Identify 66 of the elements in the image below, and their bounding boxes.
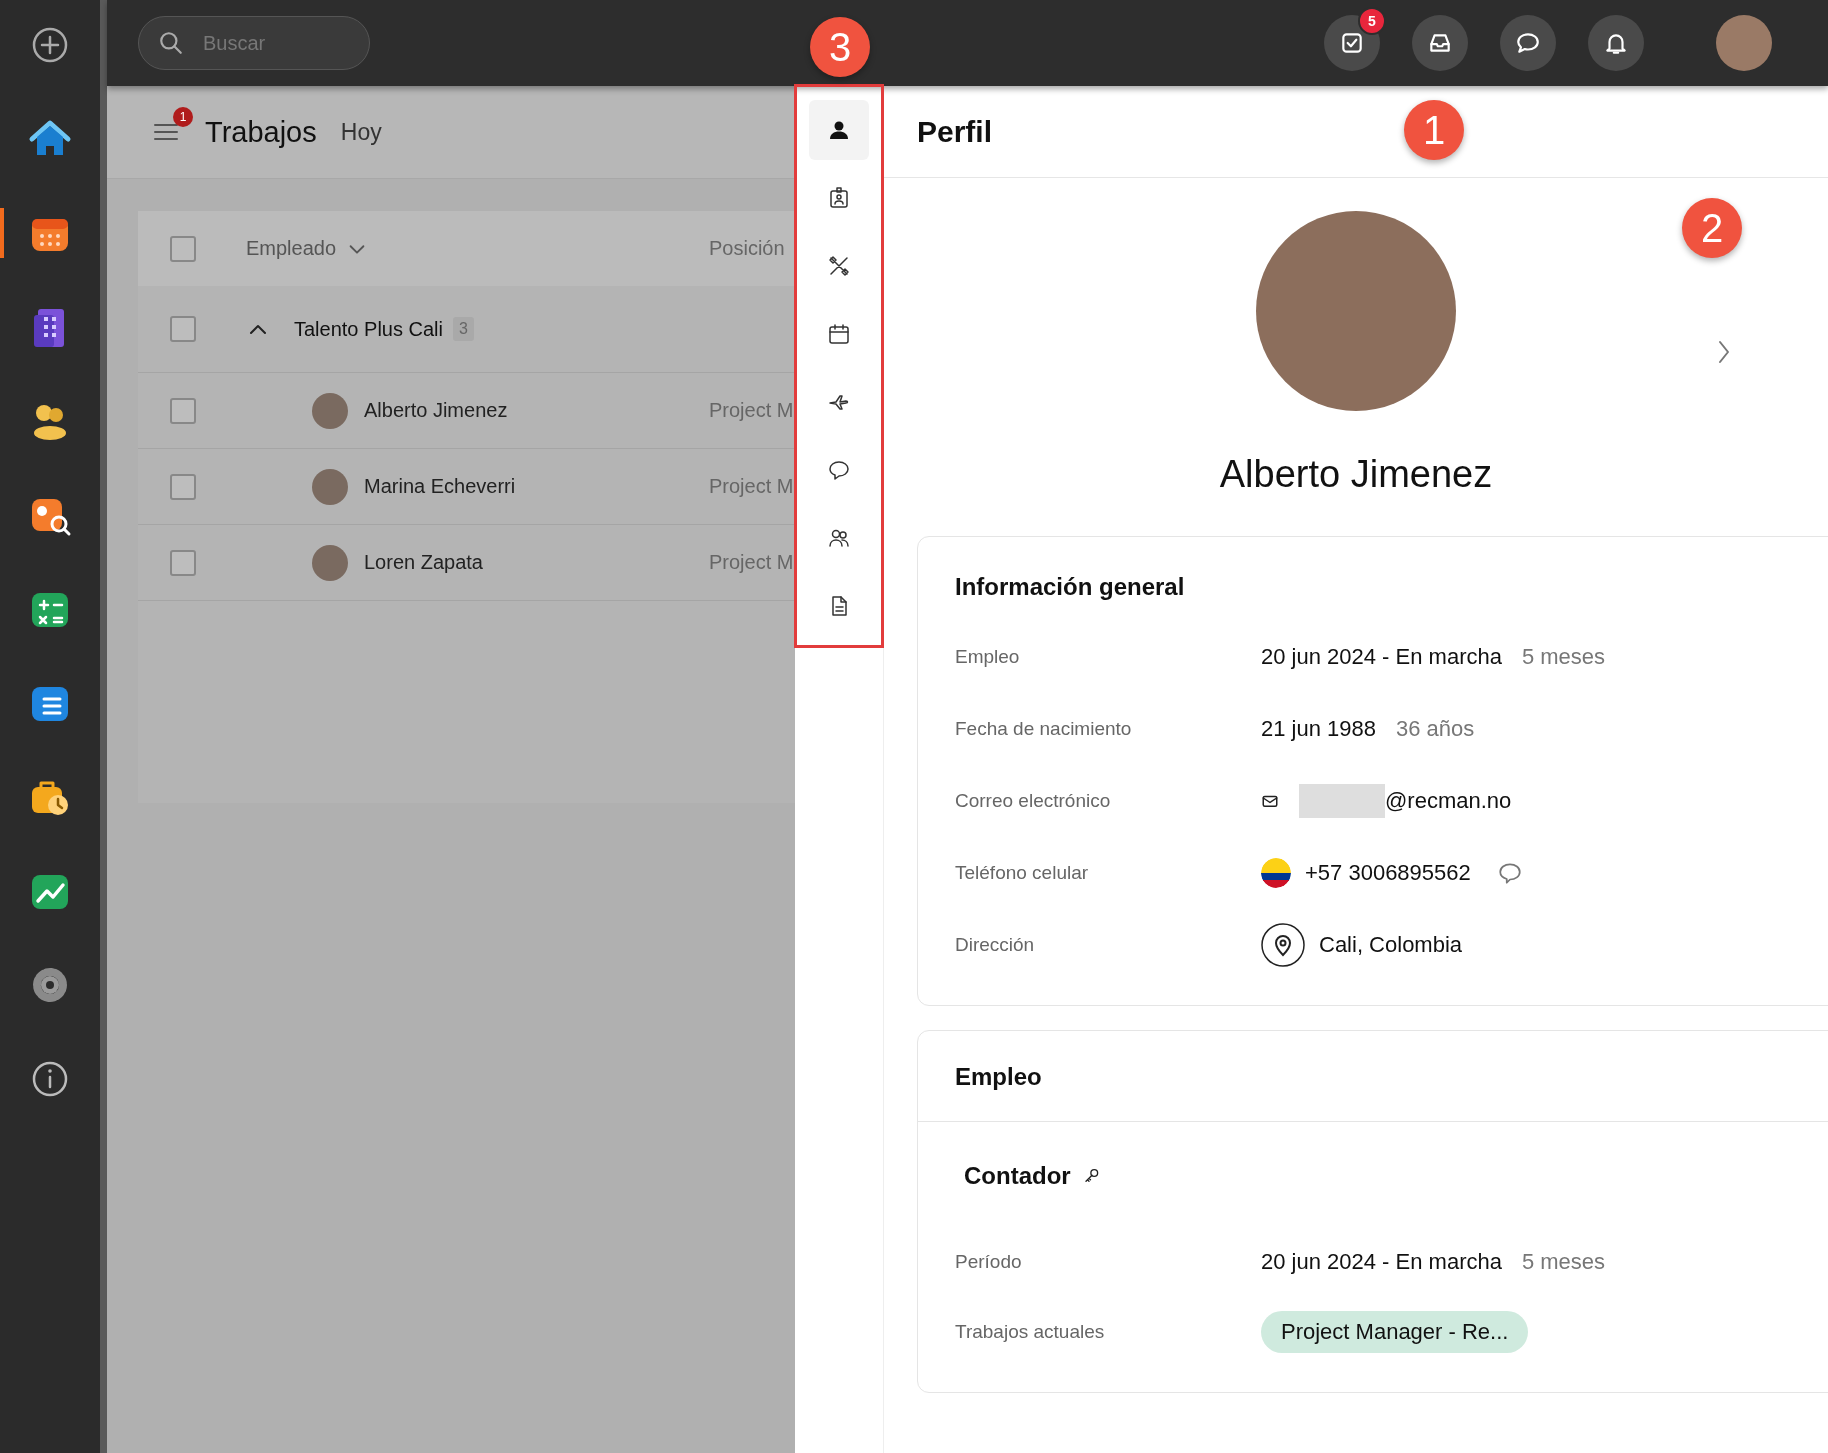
field-label: Teléfono celular — [955, 862, 1090, 884]
search-field[interactable]: Buscar — [138, 16, 370, 70]
count-badge: 5 — [1358, 7, 1386, 35]
profile-tab[interactable] — [809, 100, 869, 160]
duration-text: 5 meses — [1521, 644, 1606, 670]
section-title: Empleo — [918, 1031, 1828, 1122]
id-badge-icon — [827, 186, 851, 210]
notification-badge: 1 — [173, 107, 193, 127]
avatar — [312, 392, 348, 429]
toolbar-button[interactable] — [1324, 15, 1380, 71]
step-marker: 2 — [1682, 198, 1742, 258]
duration-text: 36 años — [1396, 716, 1475, 742]
role-title: Contador — [964, 1162, 1071, 1190]
field-label: Período — [955, 1251, 1023, 1273]
table-row[interactable]: Alberto Jimenez Project M — [138, 373, 795, 449]
count-badge: 3 — [452, 317, 474, 341]
speech-bubble-icon — [827, 458, 851, 482]
phone-value: +57 3006895562 — [1305, 860, 1471, 886]
toolbar-button[interactable] — [1588, 15, 1644, 71]
email-value: @recman.no — [1385, 788, 1512, 814]
step-marker: 1 — [1404, 100, 1464, 160]
field-label: Trabajos actuales — [955, 1321, 1106, 1343]
location-pin-icon — [1261, 923, 1305, 967]
toolbar-button[interactable] — [1412, 15, 1468, 71]
checkbox[interactable] — [170, 235, 196, 262]
position-cell: Project M — [709, 475, 795, 498]
employee-name: Marina Echeverri — [364, 475, 516, 498]
checkbox[interactable] — [170, 549, 196, 576]
job-tag[interactable]: Project Manager - Re... — [1261, 1311, 1529, 1353]
today-link[interactable]: Hoy — [340, 118, 382, 146]
employee-name: Alberto Jimenez — [364, 399, 508, 422]
table-row[interactable]: Loren Zapata Project M — [138, 525, 795, 601]
field-label: Dirección — [955, 934, 1036, 956]
duration-text: 5 meses — [1521, 1249, 1606, 1275]
chat-bubble-icon — [1515, 30, 1541, 56]
avatar — [312, 468, 348, 505]
person-name: Alberto Jimenez — [1219, 453, 1493, 496]
flag-icon — [1261, 858, 1291, 888]
toolbar-button[interactable] — [1500, 15, 1556, 71]
tools-icon — [827, 254, 851, 278]
panel-title: Perfil — [917, 114, 993, 149]
field-label: Empleo — [955, 646, 1021, 668]
user-avatar[interactable] — [1716, 15, 1772, 71]
calendar-icon — [827, 322, 851, 346]
position-cell: Project M — [709, 551, 795, 574]
column-header[interactable]: Empleado — [246, 237, 337, 260]
avatar — [312, 544, 348, 581]
page-title: Trabajos — [205, 115, 317, 149]
field-label: Correo electrónico — [955, 790, 1112, 812]
field-value: 20 jun 2024 - En marcha — [1261, 1249, 1502, 1275]
section-title: Información general — [954, 572, 1186, 601]
checkbox[interactable] — [170, 397, 196, 424]
group-name: Talento Plus Cali — [294, 317, 443, 341]
field-label: Fecha de nacimiento — [955, 718, 1133, 740]
checkbox[interactable] — [170, 473, 196, 500]
employee-name: Loren Zapata — [364, 551, 483, 574]
address-value: Cali, Colombia — [1319, 932, 1463, 958]
checkbox-icon — [1339, 30, 1365, 56]
table-row[interactable]: Marina Echeverri Project M — [138, 449, 795, 525]
field-value: 21 jun 1988 — [1261, 716, 1376, 742]
key-icon — [1082, 1167, 1101, 1185]
position-cell: Project M — [709, 399, 795, 422]
menu-icon — [153, 121, 179, 143]
field-value: 20 jun 2024 - En marcha — [1261, 644, 1502, 670]
checkbox[interactable] — [170, 316, 196, 342]
menu-button[interactable] — [153, 121, 179, 143]
